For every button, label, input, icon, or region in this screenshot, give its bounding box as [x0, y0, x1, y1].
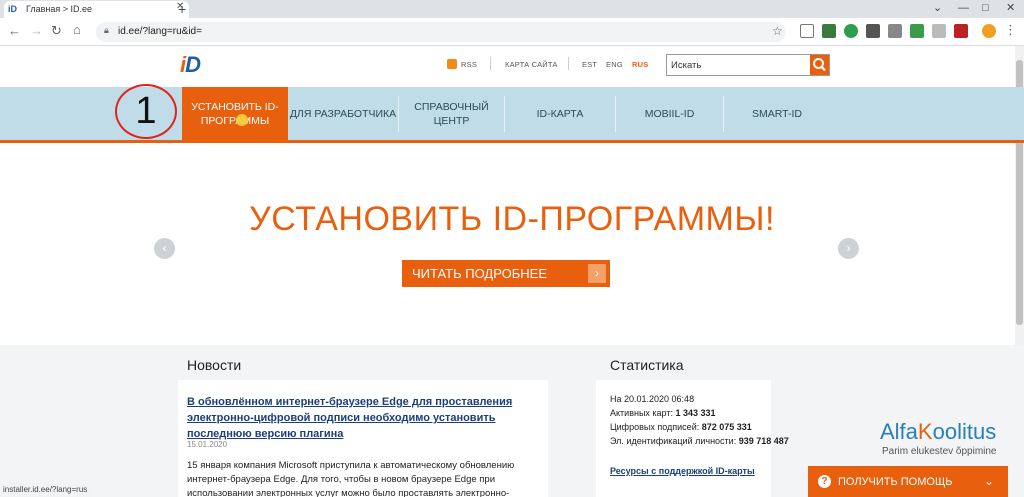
nav-item-install[interactable]: УСТАНОВИТЬ ID-ПРОГРАММЫ [182, 87, 288, 140]
stats-heading: Статистика [610, 357, 684, 373]
search-button[interactable] [810, 55, 829, 75]
news-date: 15.01.2020 [187, 440, 228, 449]
chevron-right-icon: › [588, 264, 606, 283]
nav-item-mobiil-id[interactable]: MOBIIL-ID [616, 87, 723, 140]
news-heading: Новости [187, 357, 242, 373]
extension-icon[interactable] [954, 24, 968, 38]
forward-icon[interactable]: → [30, 24, 43, 38]
home-icon[interactable]: ⌂ [73, 23, 81, 37]
search-field[interactable] [666, 54, 830, 76]
help-icon: ? [818, 475, 831, 488]
get-help-button[interactable]: ? ПОЛУЧИТЬ ПОМОЩЬ ⌄ [808, 466, 1008, 497]
bookmark-star-icon[interactable]: ☆ [772, 24, 783, 38]
tab-search-icon[interactable]: ⌄ [933, 2, 942, 14]
carousel-next-button[interactable]: › [838, 238, 859, 259]
close-window-icon[interactable]: ✕ [1006, 2, 1015, 14]
nav-underline [0, 140, 1024, 143]
search-icon [813, 58, 826, 72]
rss-icon[interactable] [447, 59, 457, 69]
alfakoolitus-subtitle: Parim elukestev õppimine [882, 446, 997, 457]
rss-link[interactable]: RSS [461, 60, 477, 69]
extension-icon[interactable] [888, 24, 902, 38]
extension-icon[interactable] [932, 24, 946, 38]
reload-icon[interactable]: ↻ [51, 24, 62, 38]
nav-item-label: СПРАВОЧНЫЙ ЦЕНТР [414, 100, 489, 127]
sitemap-link[interactable]: КАРТА САЙТА [505, 60, 558, 69]
news-article-link[interactable]: В обновлённом интернет-браузере Edge для… [187, 394, 537, 442]
stats-date: На 20.01.2020 06:48 [610, 394, 695, 404]
hero-title: УСТАНОВИТЬ ID-ПРОГРАММЫ! [249, 200, 775, 238]
extension-icon[interactable] [866, 24, 880, 38]
search-input[interactable] [671, 58, 809, 72]
menu-icon[interactable]: ⋮ [1004, 23, 1017, 37]
alfakoolitus-logo: AlfaKoolitus [880, 419, 997, 444]
stats-signatures: Цифровых подписей: 872 075 331 [610, 422, 752, 432]
back-icon[interactable]: ← [8, 24, 21, 38]
extension-icon[interactable] [822, 24, 836, 38]
news-excerpt: 15 января компания Microsoft приступила … [187, 460, 515, 497]
chevron-down-icon: ⌄ [983, 474, 994, 488]
status-bar-url: installer.id.ee/?lang=rus [0, 483, 92, 497]
tab-title: Главная > ID.ee [26, 4, 93, 14]
nav-item-help-center[interactable]: СПРАВОЧНЫЙ ЦЕНТР [399, 87, 504, 140]
nav-item-label: УСТАНОВИТЬ ID-ПРОГРАММЫ [191, 100, 279, 127]
extension-icon[interactable] [844, 24, 858, 38]
extension-icon[interactable] [910, 24, 924, 38]
maximize-icon[interactable]: □ [982, 2, 989, 14]
minimize-icon[interactable]: — [958, 2, 969, 14]
nav-item-developer[interactable]: ДЛЯ РАЗРАБОТЧИКА [288, 87, 398, 140]
divider [568, 57, 569, 70]
cursor-highlight [236, 114, 248, 126]
divider [490, 57, 491, 70]
lang-rus-link[interactable]: RUS [632, 60, 648, 69]
tab-favicon: iD [8, 4, 17, 14]
annotation-number: 1 [135, 90, 157, 132]
address-url[interactable]: id.ee/?lang=ru&id= [118, 26, 202, 37]
nav-item-label: MOBIIL-ID [644, 107, 695, 120]
nav-item-label: SMART-ID [752, 107, 802, 120]
nav-item-id-card[interactable]: ID-КАРТА [505, 87, 615, 140]
stats-authentications: Эл. идентификаций личности: 939 718 487 [610, 436, 789, 446]
lang-eng-link[interactable]: ENG [606, 60, 623, 69]
nav-item-label: ДЛЯ РАЗРАБОТЧИКА [289, 107, 397, 120]
nav-item-smart-id[interactable]: SMART-ID [724, 87, 830, 140]
resources-link[interactable]: Ресурсы с поддержкой ID-карты [610, 466, 755, 476]
lock-icon[interactable]: 🔒︎ [104, 25, 109, 36]
read-more-label: ЧИТАТЬ ПОДРОБНЕЕ [412, 266, 547, 281]
stats-active-cards: Активных карт: 1 343 331 [610, 408, 716, 418]
profile-avatar[interactable] [982, 24, 996, 38]
carousel-prev-button[interactable]: ‹ [154, 238, 175, 259]
lang-est-link[interactable]: EST [582, 60, 597, 69]
extension-screen-icon[interactable] [800, 24, 814, 38]
get-help-label: ПОЛУЧИТЬ ПОМОЩЬ [838, 475, 953, 488]
site-logo[interactable]: iD [180, 52, 201, 78]
nav-item-label: ID-КАРТА [536, 107, 584, 120]
read-more-button[interactable]: ЧИТАТЬ ПОДРОБНЕЕ › [402, 260, 610, 287]
new-tab-icon[interactable]: + [178, 0, 186, 18]
browser-tab[interactable]: Главная > ID.ee [4, 1, 189, 18]
